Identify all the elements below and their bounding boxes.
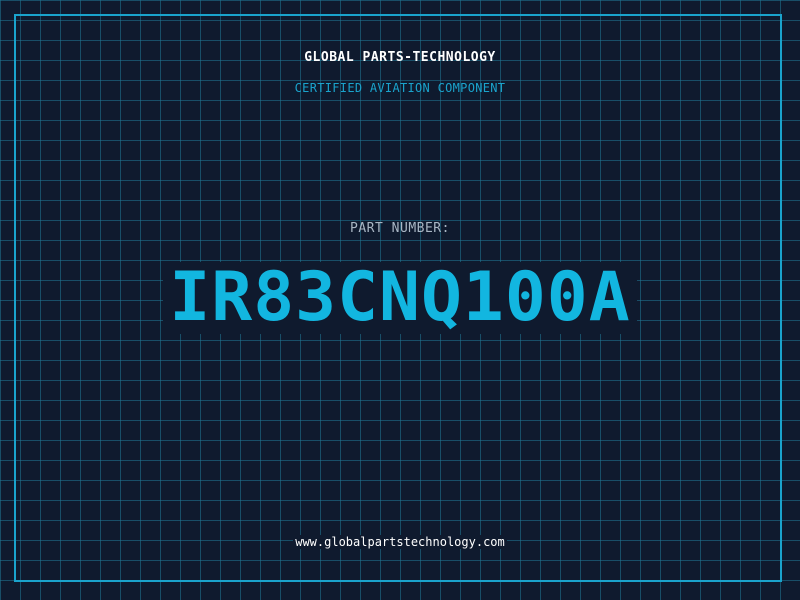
- certification-subtitle: CERTIFIED AVIATION COMPONENT: [294, 81, 506, 95]
- part-number-container: IR83CNQ100A: [0, 262, 800, 334]
- footer: www.globalpartstechnology.com: [0, 531, 800, 550]
- company-name: GLOBAL PARTS-TECHNOLOGY: [304, 50, 496, 65]
- part-number-label: PART NUMBER:: [350, 221, 450, 236]
- website-url: www.globalpartstechnology.com: [293, 535, 507, 549]
- part-number-value: IR83CNQ100A: [163, 262, 637, 334]
